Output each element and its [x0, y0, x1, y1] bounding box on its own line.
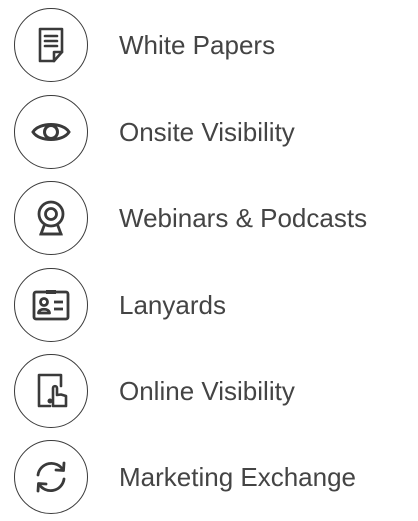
webcam-icon — [37, 200, 65, 236]
tablet-touch-icon — [37, 373, 68, 408]
icon-circle — [14, 268, 88, 342]
sync-arrows-icon — [36, 461, 66, 493]
icon-circle — [14, 440, 88, 514]
list-item-onsite-visibility: Onsite Visibility — [0, 92, 418, 176]
item-label: Lanyards — [119, 290, 226, 320]
item-label: Webinars & Podcasts — [119, 203, 368, 233]
icon-circle — [14, 8, 88, 82]
list-item-lanyards: Lanyards — [0, 265, 418, 349]
list-item-white-papers: White Papers — [0, 5, 418, 89]
icon-circle — [14, 95, 88, 169]
item-label: Online Visibility — [119, 376, 295, 406]
list-item-webinars-podcasts: Webinars & Podcasts — [0, 178, 418, 262]
document-icon — [38, 27, 64, 63]
id-badge-icon — [32, 290, 70, 321]
item-label: Onsite Visibility — [119, 117, 295, 147]
eye-icon — [31, 123, 71, 141]
list-item-online-visibility: Online Visibility — [0, 351, 418, 435]
item-label: Marketing Exchange — [119, 462, 357, 492]
icon-circle — [14, 181, 88, 255]
icon-circle — [14, 354, 88, 428]
item-label: White Papers — [119, 30, 276, 60]
services-list: White Papers Onsite Visibility Webinars … — [0, 0, 418, 517]
list-item-marketing-exchange: Marketing Exchange — [0, 437, 418, 521]
